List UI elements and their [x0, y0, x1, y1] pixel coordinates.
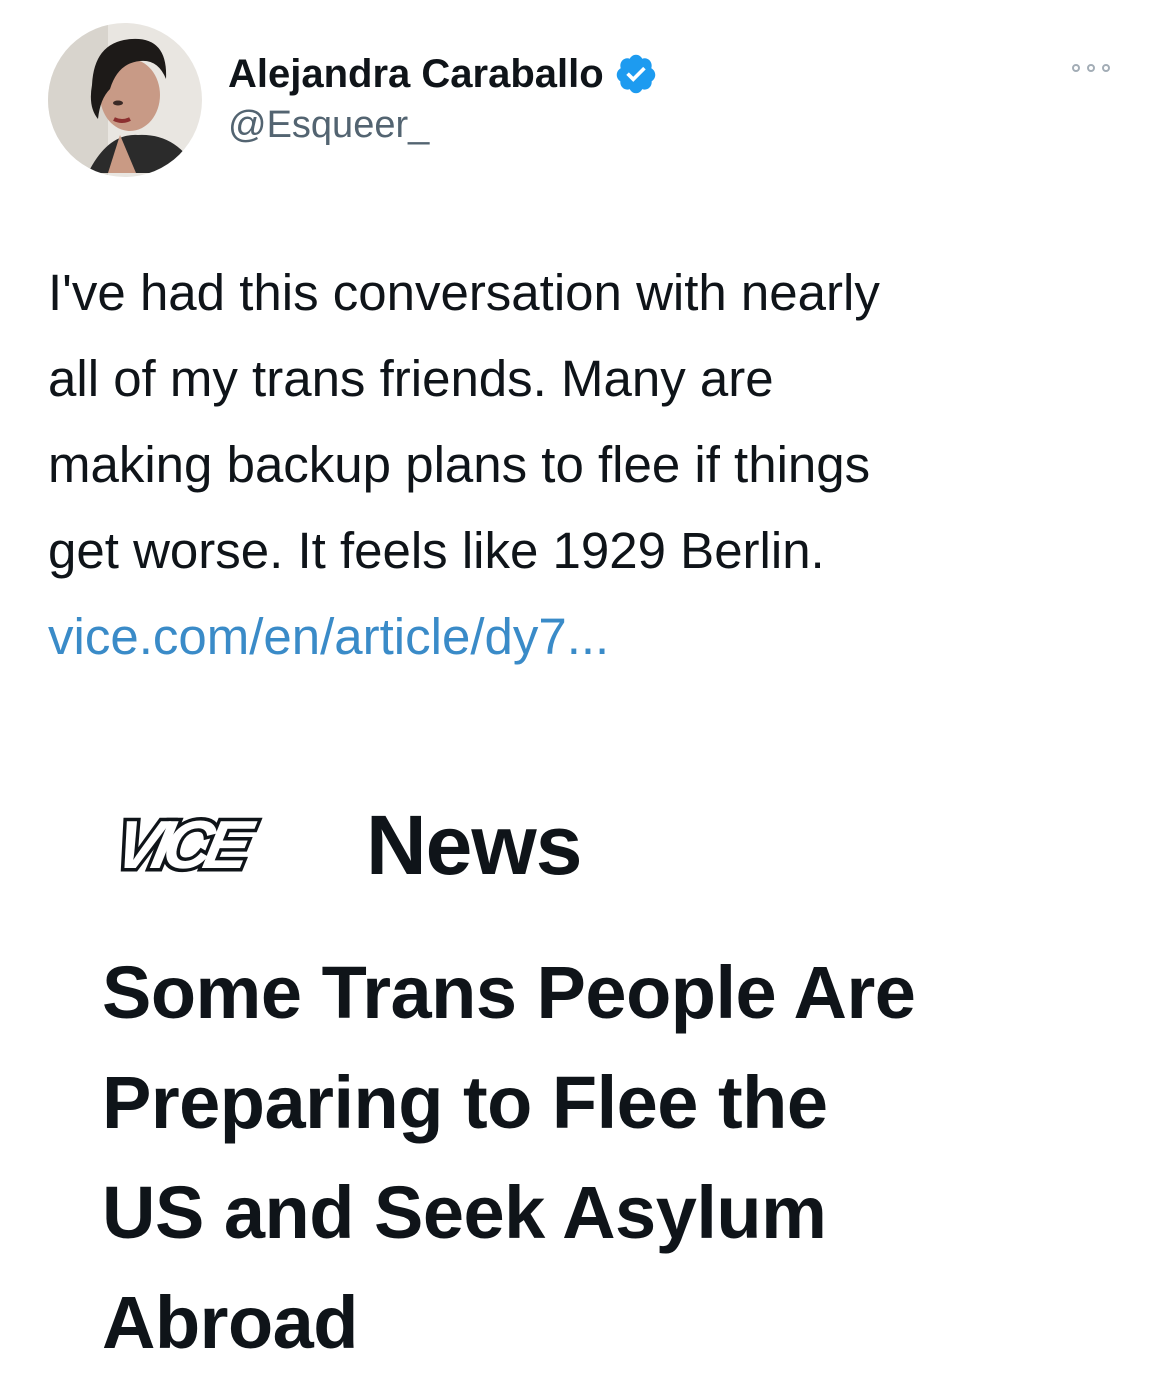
more-dot — [1102, 64, 1110, 72]
author-name[interactable]: Alejandra Caraballo — [228, 50, 658, 98]
author-handle[interactable]: @Esqueer_ — [228, 102, 429, 148]
avatar[interactable] — [48, 23, 202, 177]
more-dot — [1087, 64, 1095, 72]
headline-line: US and Seek Asylum — [102, 1171, 827, 1254]
vice-news-logo: VICE News — [102, 798, 583, 892]
article-headline[interactable]: Some Trans People Are Preparing to Flee … — [102, 938, 1102, 1378]
headline-line: Preparing to Flee the — [102, 1061, 828, 1144]
more-dot — [1072, 64, 1080, 72]
tweet-text-line: making backup plans to flee if things — [48, 436, 871, 493]
author-name-text: Alejandra Caraballo — [228, 52, 604, 96]
news-label: News — [366, 798, 582, 892]
vice-logo-text: VICE — [108, 808, 261, 882]
more-horizontal-icon[interactable] — [1072, 64, 1110, 72]
vice-logo-icon: VICE — [105, 808, 265, 882]
tweet-text-line: get worse. It feels like 1929 Berlin. — [48, 522, 825, 579]
tweet-link[interactable]: vice.com/en/article/dy7... — [48, 594, 1138, 680]
headline-line: Abroad — [102, 1281, 359, 1364]
verified-badge-icon — [614, 52, 658, 96]
tweet-text-line: all of my trans friends. Many are — [48, 350, 774, 407]
headline-line: Some Trans People Are — [102, 951, 916, 1034]
tweet-text: I've had this conversation with nearly a… — [48, 250, 1138, 680]
avatar-image — [48, 23, 202, 177]
tweet-text-line: I've had this conversation with nearly — [48, 264, 880, 321]
